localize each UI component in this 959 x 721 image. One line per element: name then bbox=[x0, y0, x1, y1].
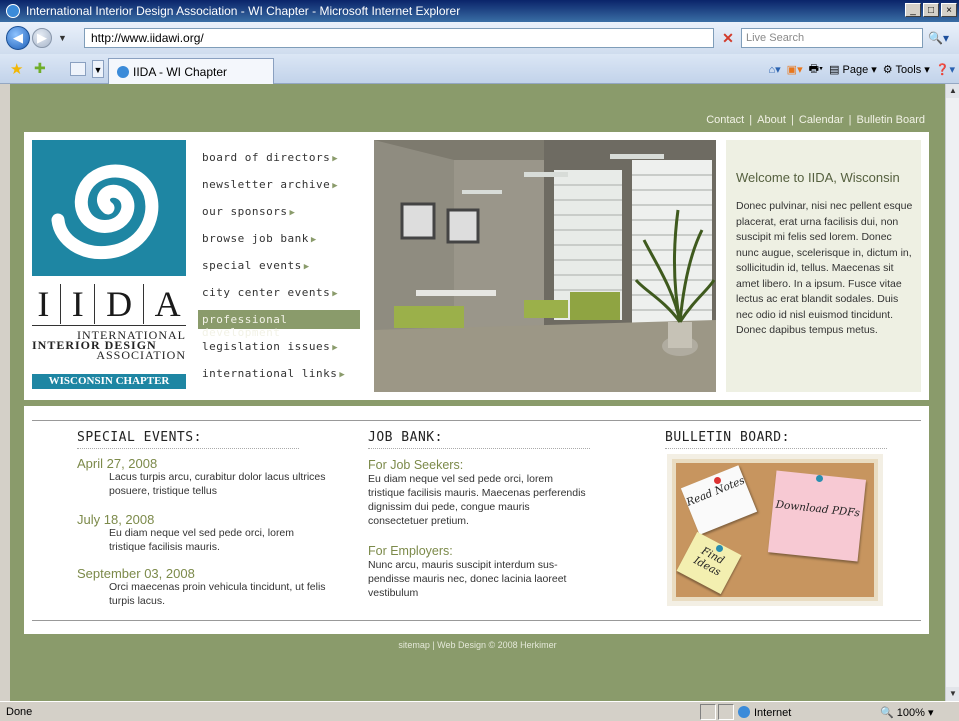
welcome-body: Donec pulvinar, nisi nec pellent esque p… bbox=[736, 200, 913, 336]
favorites-star-icon[interactable]: ★ bbox=[10, 60, 23, 78]
search-icon[interactable]: 🔍▾ bbox=[928, 28, 956, 48]
security-zone: Internet bbox=[738, 706, 791, 719]
menu-newsletter-archive[interactable]: newsletter archive ▶ bbox=[198, 175, 360, 194]
main-menu: board of directors ▶ newsletter archive ▶ … bbox=[198, 148, 360, 391]
welcome-box: Welcome to IIDA, Wisconsin Donec pulvina… bbox=[726, 140, 921, 392]
quick-tabs-icon[interactable] bbox=[70, 62, 86, 76]
tools-menu[interactable]: ⚙ Tools ▾ bbox=[883, 63, 930, 76]
employers-text: Nunc arcu, mauris suscipit interdum sus-… bbox=[368, 559, 567, 599]
read-notes-link[interactable]: Read Notes bbox=[680, 465, 758, 535]
help-icon[interactable]: ❓▾ bbox=[936, 63, 955, 76]
header-panel: I I D A INTERNATIONAL INTERIOR DESIGN AS… bbox=[24, 132, 929, 400]
back-button[interactable]: ◀ bbox=[6, 26, 30, 50]
feeds-icon[interactable]: ▣▾ bbox=[787, 63, 803, 76]
bottom-divider bbox=[32, 620, 921, 621]
home-icon[interactable]: ⌂▾ bbox=[769, 63, 781, 76]
status-text: Done bbox=[6, 706, 33, 718]
print-icon[interactable]: 🖶▾ bbox=[809, 60, 823, 79]
content-panel: SPECIAL EVENTS: April 27, 2008 Lacus tur… bbox=[24, 406, 929, 634]
event-date[interactable]: September 03, 2008 bbox=[77, 566, 195, 581]
download-pdfs-link[interactable]: Download PDFs bbox=[767, 470, 867, 562]
job-seekers-title[interactable]: For Job Seekers: bbox=[368, 458, 463, 472]
maximize-button[interactable]: □ bbox=[923, 3, 939, 17]
chapter-label: WISCONSIN CHAPTER bbox=[32, 374, 186, 389]
job-bank-title: JOB BANK: bbox=[368, 430, 443, 445]
page-viewport: Contact | About | Calendar | Bulletin Bo… bbox=[10, 84, 945, 701]
event-text: Lacus turpis arcu, curabitur dolor lacus… bbox=[109, 471, 326, 497]
section-rule bbox=[368, 448, 590, 449]
job-seekers-text: Eu diam neque vel sed pede orci, lorem t… bbox=[368, 473, 586, 527]
window-controls: _ □ × bbox=[905, 3, 957, 17]
pushpin-icon bbox=[716, 545, 723, 552]
section-rule bbox=[665, 448, 887, 449]
interior-photo bbox=[374, 140, 716, 392]
menu-city-center-events[interactable]: city center events ▶ bbox=[198, 283, 360, 302]
link-contact[interactable]: Contact bbox=[706, 114, 744, 126]
pushpin-icon bbox=[714, 477, 721, 484]
footer[interactable]: sitemap | Web Design © 2008 Herkimer bbox=[10, 640, 945, 650]
command-bar: ⌂▾ ▣▾ 🖶▾ ▤ Page ▾ ⚙ Tools ▾ ❓▾ bbox=[769, 60, 956, 79]
stop-icon[interactable]: ✕ bbox=[719, 29, 737, 47]
event-date[interactable]: July 18, 2008 bbox=[77, 512, 154, 527]
address-input[interactable]: http://www.iidawi.org/ bbox=[84, 28, 714, 48]
menu-our-sponsors[interactable]: our sponsors ▶ bbox=[198, 202, 360, 221]
iida-logo-swirl[interactable] bbox=[32, 140, 186, 276]
address-toolbar: ◀ ▶ ▼ http://www.iidawi.org/ ✕ Live Sear… bbox=[0, 22, 959, 54]
event-text: Eu diam neque vel sed pede orci, lorem t… bbox=[109, 527, 295, 553]
link-calendar[interactable]: Calendar bbox=[799, 114, 844, 126]
status-bar: Done Internet 🔍 100% ▾ bbox=[0, 701, 959, 721]
globe-icon bbox=[738, 706, 750, 718]
menu-international-links[interactable]: international links ▶ bbox=[198, 364, 360, 383]
employers-title[interactable]: For Employers: bbox=[368, 544, 453, 558]
association-name: INTERNATIONAL INTERIOR DESIGN ASSOCIATIO… bbox=[32, 328, 186, 362]
tab-iida[interactable]: IIDA - WI Chapter bbox=[108, 58, 274, 84]
close-button[interactable]: × bbox=[941, 3, 957, 17]
find-ideas-link[interactable]: Find Ideas bbox=[676, 531, 742, 595]
menu-professional-development[interactable]: professional development ▶ bbox=[198, 310, 360, 339]
tab-list-dropdown-icon[interactable]: ▼ bbox=[92, 60, 104, 78]
menu-board-of-directors[interactable]: board of directors ▶ bbox=[198, 148, 360, 167]
menu-legislation-issues[interactable]: legislation issues ▶ bbox=[198, 337, 360, 356]
link-about[interactable]: About bbox=[757, 114, 786, 126]
scroll-up-icon[interactable]: ▲ bbox=[946, 84, 959, 98]
tab-toolbar: ★ ✚ ▼ IIDA - WI Chapter ⌂▾ ▣▾ 🖶▾ ▤ Page … bbox=[0, 54, 959, 84]
iida-wordmark: I I D A bbox=[32, 282, 186, 326]
scroll-down-icon[interactable]: ▼ bbox=[946, 687, 959, 701]
history-dropdown-icon[interactable]: ▼ bbox=[58, 33, 67, 43]
tab-label: IIDA - WI Chapter bbox=[133, 65, 228, 79]
add-favorite-icon[interactable]: ✚ bbox=[34, 60, 46, 77]
section-rule bbox=[77, 448, 299, 449]
page-favicon-icon bbox=[117, 66, 129, 78]
page-menu[interactable]: ▤ Page ▾ bbox=[829, 63, 877, 76]
vertical-scrollbar[interactable]: ▲ ▼ bbox=[945, 84, 959, 701]
bulletin-board-image: Read Notes Download PDFs Find Ideas bbox=[667, 454, 883, 606]
top-links: Contact | About | Calendar | Bulletin Bo… bbox=[706, 114, 926, 126]
top-divider bbox=[32, 420, 921, 421]
ie-icon bbox=[6, 4, 20, 18]
link-bulletin-board[interactable]: Bulletin Board bbox=[857, 114, 926, 126]
minimize-button[interactable]: _ bbox=[905, 3, 921, 17]
search-input[interactable]: Live Search bbox=[741, 28, 923, 48]
special-events-title: SPECIAL EVENTS: bbox=[77, 430, 202, 445]
corkboard: Read Notes Download PDFs Find Ideas bbox=[672, 459, 878, 601]
welcome-title: Welcome to IIDA, Wisconsin bbox=[736, 170, 900, 185]
zoom-level[interactable]: 🔍 100% ▾ bbox=[880, 706, 933, 719]
event-date[interactable]: April 27, 2008 bbox=[77, 456, 157, 471]
pushpin-icon bbox=[816, 475, 823, 482]
forward-button[interactable]: ▶ bbox=[32, 28, 52, 48]
swirl-icon bbox=[51, 164, 159, 260]
window-title: International Interior Design Associatio… bbox=[26, 4, 461, 18]
event-text: Orci maecenas proin vehicula tincidunt, … bbox=[109, 581, 326, 607]
menu-browse-job-bank[interactable]: browse job bank ▶ bbox=[198, 229, 360, 248]
window-titlebar: International Interior Design Associatio… bbox=[0, 0, 959, 22]
menu-special-events[interactable]: special events ▶ bbox=[198, 256, 360, 275]
bulletin-board-title: BULLETIN BOARD: bbox=[665, 430, 790, 445]
